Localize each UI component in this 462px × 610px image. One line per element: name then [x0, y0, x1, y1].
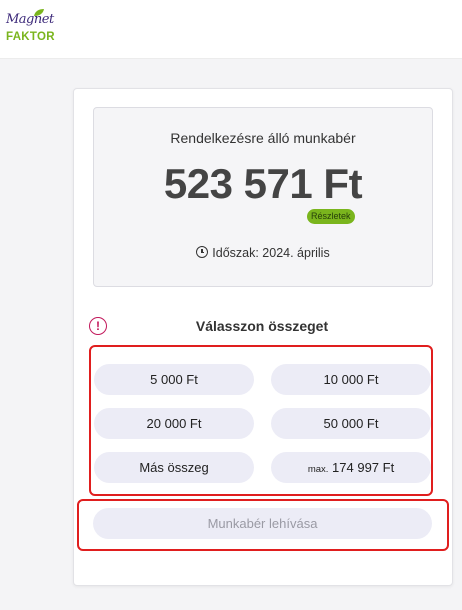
balance-title: Rendelkezésre álló munkabér	[170, 130, 356, 146]
magnet-faktor-logo[interactable]: Magnet FAKTOR	[6, 8, 60, 48]
logo-text-bottom: FAKTOR	[6, 31, 55, 43]
period-text: Időszak: 2024. április	[212, 246, 330, 260]
available-balance-panel: Rendelkezésre álló munkabér 523 571 Ft R…	[93, 107, 433, 287]
amount-option-5000[interactable]: 5 000 Ft	[94, 364, 254, 395]
amount-option-label: 5 000 Ft	[150, 372, 198, 387]
logo-text-top: Magnet	[6, 12, 54, 27]
amount-option-other[interactable]: Más összeg	[94, 452, 254, 483]
max-prefix: max.	[307, 464, 329, 475]
balance-amount: 523 571 Ft	[163, 160, 363, 207]
amount-option-label: 10 000 Ft	[323, 372, 379, 387]
withdraw-salary-button[interactable]: Munkabér lehívása	[93, 508, 432, 539]
app-header: Magnet FAKTOR	[0, 0, 462, 59]
withdraw-label: Munkabér lehívása	[207, 516, 318, 531]
amount-option-label: Más összeg	[139, 460, 209, 475]
amount-option-50000[interactable]: 50 000 Ft	[271, 408, 431, 439]
amount-option-label: 174 997 Ft	[332, 460, 395, 475]
amount-option-label: 50 000 Ft	[323, 416, 379, 431]
period-row: Időszak: 2024. április	[94, 246, 432, 260]
amount-option-20000[interactable]: 20 000 Ft	[94, 408, 254, 439]
amount-option-10000[interactable]: 10 000 Ft	[271, 364, 431, 395]
clock-icon	[196, 246, 209, 258]
amount-option-max[interactable]: max. 174 997 Ft	[271, 452, 431, 483]
details-badge[interactable]: Részletek	[307, 209, 355, 224]
amount-option-label: 20 000 Ft	[146, 416, 202, 431]
choose-amount-title: Válasszon összeget	[195, 318, 329, 334]
